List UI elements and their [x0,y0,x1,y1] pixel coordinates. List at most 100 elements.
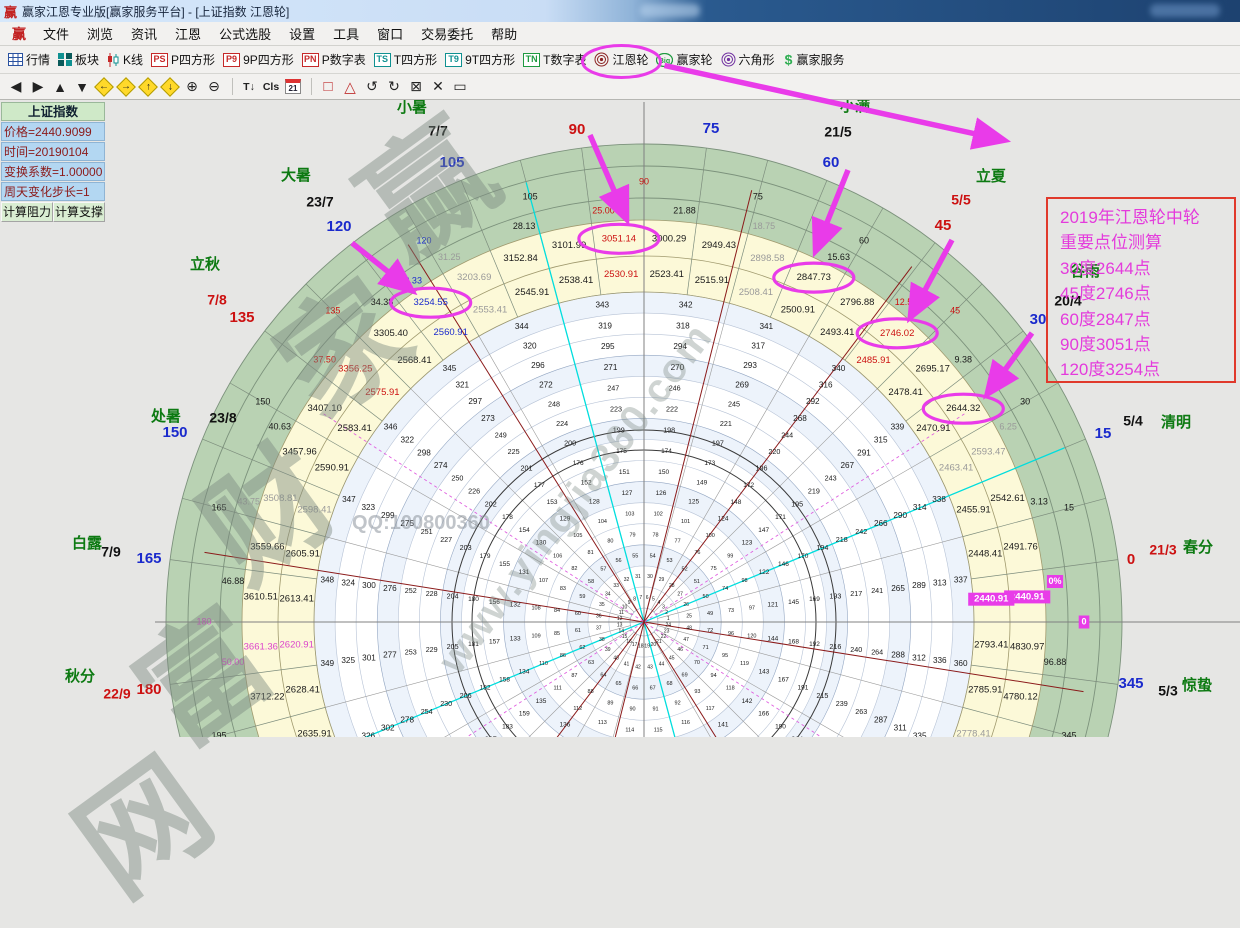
svg-text:312: 312 [912,653,926,662]
info-row-3: 周天变化步长=1 [1,182,105,201]
svg-text:300: 300 [362,581,376,590]
svg-text:338: 338 [932,495,946,504]
toolbar-button-sectors[interactable]: 板块 [58,51,99,68]
pan-right-icon[interactable]: → [116,77,136,97]
svg-text:321: 321 [455,380,469,389]
rotate-cw-icon[interactable]: ↻ [384,77,404,97]
svg-text:59: 59 [579,594,585,600]
menu-item-5[interactable]: 设置 [280,21,324,46]
calendar-tool-icon[interactable]: 21 [283,77,303,97]
svg-text:2500.91: 2500.91 [781,304,815,315]
svg-text:311: 311 [894,723,907,732]
svg-text:132: 132 [510,602,521,609]
menu-item-8[interactable]: 交易委托 [412,21,482,46]
svg-text:56: 56 [615,558,621,564]
toolbar-button-kline[interactable]: K线 [107,51,143,68]
svg-text:22/9: 22/9 [103,686,130,702]
toolbar-button-service[interactable]: $赢家服务 [783,51,845,68]
svg-text:288: 288 [891,651,905,660]
info-row-1: 时间=20190104 [1,142,105,161]
toolbar-button-winner-wheel[interactable]: Big赢家轮 [656,51,712,68]
menu-item-1[interactable]: 浏览 [78,21,122,46]
gann-wheel-svg[interactable]: 01530456075901051201351501651801953450%3… [0,100,1240,737]
svg-text:205: 205 [447,642,459,651]
calc-support-button[interactable]: 计算支撑 [53,202,105,222]
toolbar-button-gann-wheel[interactable]: 江恩轮 [594,51,648,68]
info-buttons: 计算阻力计算支撑 [1,202,105,222]
svg-text:272: 272 [539,380,553,389]
cls-tool-icon[interactable]: Cls [261,77,281,97]
menu-item-6[interactable]: 工具 [324,21,368,46]
svg-text:90: 90 [569,121,586,138]
menu-item-4[interactable]: 公式选股 [210,21,280,46]
toolbar-button-9p-square[interactable]: P99P四方形 [223,51,294,68]
svg-text:215: 215 [816,691,828,700]
triangle-tool-icon[interactable]: △ [340,77,360,97]
svg-text:145: 145 [788,599,799,606]
svg-text:92: 92 [675,701,681,707]
zoom-in-icon[interactable]: ⊕ [182,77,202,97]
svg-text:3712.22: 3712.22 [250,691,284,702]
toolbar-button-t-square[interactable]: TST四方形 [374,51,437,68]
toolbar-button-market[interactable]: 行情 [8,51,50,68]
square-tool-icon[interactable]: □ [318,77,338,97]
svg-text:2455.91: 2455.91 [956,505,990,516]
toolbar-button-t-table[interactable]: TNT数字表 [523,51,586,68]
pan-left-icon[interactable]: ← [94,77,114,97]
zoom-out-icon[interactable]: ⊖ [204,77,224,97]
pan-up-icon[interactable]: ↑ [138,77,158,97]
svg-text:131: 131 [519,569,530,576]
toolbar-button-9t-square[interactable]: T99T四方形 [445,51,515,68]
menu-item-9[interactable]: 帮助 [482,21,526,46]
close-tool-icon[interactable]: ✕ [428,77,448,97]
svg-text:165: 165 [136,550,161,567]
toolbar-button-hexagon[interactable]: 六角形 [721,51,775,68]
svg-text:40.63: 40.63 [269,422,292,432]
toolbar-button-p-table[interactable]: PNP数字表 [302,51,366,68]
toolbar-button-p-square[interactable]: PSP四方形 [151,51,215,68]
pan-down-icon[interactable]: ↓ [160,77,180,97]
svg-text:83: 83 [560,586,566,592]
svg-text:347: 347 [342,495,356,504]
svg-text:2538.41: 2538.41 [559,275,593,286]
menu-item-3[interactable]: 江恩 [166,21,210,46]
toolbar-divider [232,78,233,95]
menu-item-2[interactable]: 资讯 [122,21,166,46]
delete-box-tool-icon[interactable]: ⊠ [406,77,426,97]
toolbar-button-label: T四方形 [394,51,437,68]
svg-text:2575.91: 2575.91 [365,387,399,398]
rotate-ccw-icon[interactable]: ↺ [362,77,382,97]
svg-text:94: 94 [711,673,717,679]
menu-item-0[interactable]: 文件 [34,21,78,46]
svg-text:2644.32: 2644.32 [946,403,980,414]
down-arrow-icon[interactable]: ▼ [72,77,92,97]
svg-text:265: 265 [891,584,905,593]
svg-text:46.88: 46.88 [222,576,245,586]
svg-text:175: 175 [616,448,627,455]
svg-text:80: 80 [607,538,613,544]
svg-text:112: 112 [573,706,582,712]
screen-tool-icon[interactable]: ▭ [450,77,470,97]
svg-text:21/3: 21/3 [1149,542,1176,558]
svg-text:225: 225 [508,447,520,456]
svg-text:2448.41: 2448.41 [968,549,1002,560]
prev-arrow-icon[interactable]: ◀ [6,77,26,97]
svg-text:2440.91: 2440.91 [1010,591,1045,602]
up-arrow-icon[interactable]: ▲ [50,77,70,97]
calc-resistance-button[interactable]: 计算阻力 [1,202,53,222]
svg-text:68: 68 [666,681,672,687]
svg-text:86: 86 [560,653,566,659]
svg-text:345: 345 [443,364,457,373]
next-arrow-icon[interactable]: ▶ [28,77,48,97]
svg-text:224: 224 [556,419,568,428]
svg-text:293: 293 [743,361,757,370]
p-square-badge-icon: PS [151,53,168,67]
annotation-box: 2019年江恩轮中轮重要点位测算30度2644点45度2746点60度2847点… [1046,197,1236,383]
menu-item-7[interactable]: 窗口 [368,21,412,46]
svg-text:28: 28 [669,583,675,589]
svg-text:202: 202 [485,499,497,508]
svg-text:51: 51 [694,579,700,585]
axis-tool-icon[interactable]: T↓ [239,77,259,97]
svg-text:128: 128 [589,499,600,506]
svg-text:4780.12: 4780.12 [1003,691,1037,702]
